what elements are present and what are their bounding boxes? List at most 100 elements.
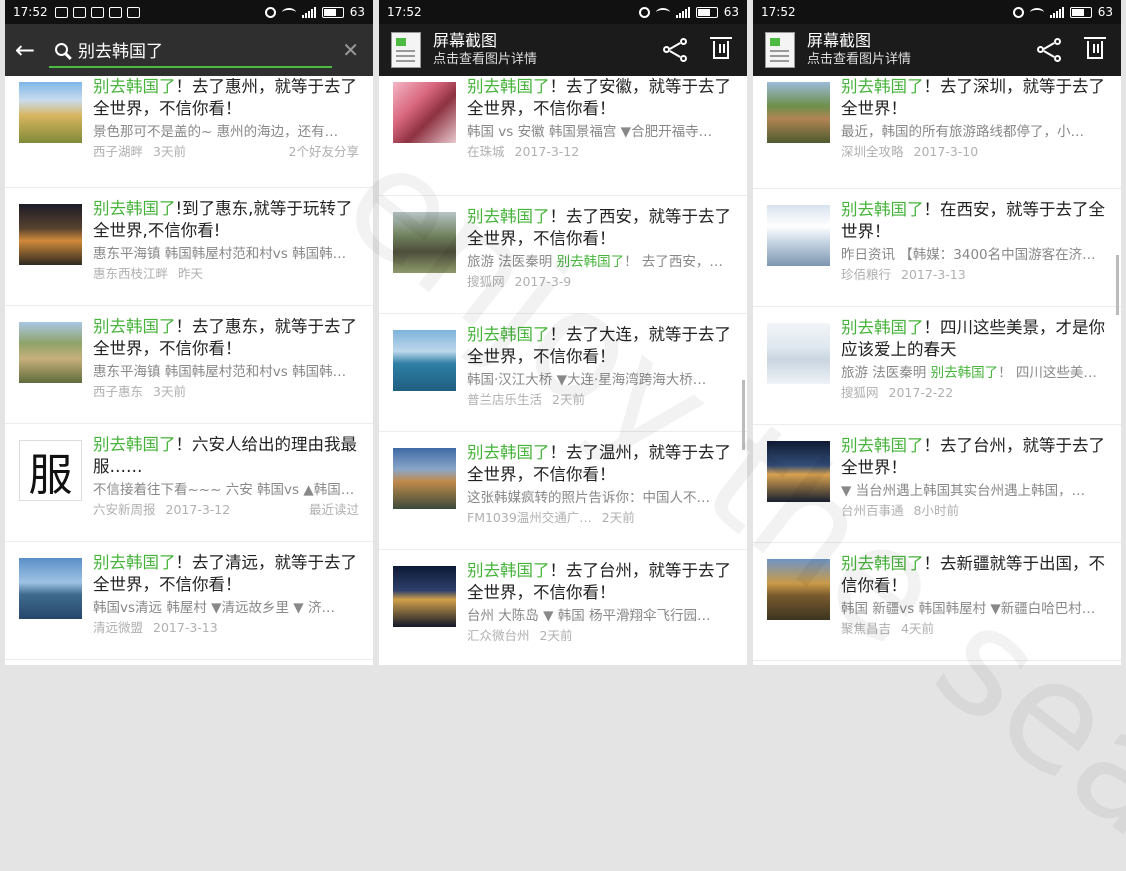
article-snippet: 韩国 新疆vs 韩国韩屋村 ▼新疆白哈巴村… xyxy=(841,600,1111,618)
search-highlight: 别去韩国了 xyxy=(841,318,924,337)
article-title[interactable]: 别去韩国了！去了大连，就等于去了全世界，不信你看！ xyxy=(467,324,737,368)
article-thumbnail xyxy=(393,330,456,391)
gallery-icon xyxy=(72,6,86,18)
article-thumbnail xyxy=(393,448,456,509)
article-title[interactable]: 别去韩国了！六安人给出的理由我最服…… xyxy=(93,434,363,478)
article-meta: 珍佰粮行 2017-3-13 xyxy=(841,267,1107,283)
status-time: 17:52 xyxy=(387,5,422,19)
article-meta: 搜狐网 2017-2-22 xyxy=(841,385,1107,401)
article-meta: 惠东西枝江畔 昨天 xyxy=(93,266,359,282)
article-date: 3天前 xyxy=(153,144,186,159)
article-date: 2017-3-13 xyxy=(153,620,218,635)
article-source: 清远微盟 xyxy=(93,620,144,635)
list-item[interactable]: 别去韩国了!到了惠东,就等于玩转了全世界,不信你看! 惠东平海镇 韩国韩屋村范和村… xyxy=(5,188,373,306)
article-title[interactable]: 别去韩国了！去新疆就等于出国，不信你看！ xyxy=(841,553,1111,597)
search-highlight: 别去韩国了 xyxy=(841,200,924,219)
snippet-text: ！ 四川这些美… xyxy=(998,365,1097,381)
article-date: 2017-3-12 xyxy=(165,502,231,517)
snippet-text: 韩国vs清远 韩屋村 ▼清远故乡里 ▼ 济… xyxy=(93,600,335,616)
article-title[interactable]: 别去韩国了！四川这些美景，才是你应该爱上的春天 xyxy=(841,317,1111,361)
snippet-text: 最近，韩国的所有旅游路线都停了，小… xyxy=(841,124,1084,140)
article-snippet: 韩国 vs 安徽 韩国景福宫 ▼合肥开福寺… xyxy=(467,123,737,141)
wifi-icon xyxy=(1029,7,1044,17)
screenshot-thumbnail[interactable] xyxy=(765,32,795,68)
article-title[interactable]: 别去韩国了！去了台州，就等于去了全世界，不信你看！ xyxy=(467,560,737,604)
list-item[interactable]: 别去韩国了！去了清远，就等于去了全世界，不信你看！ 韩国vs清远 韩屋村 ▼清远故… xyxy=(5,542,373,660)
battery-icon xyxy=(695,6,718,18)
delete-icon[interactable] xyxy=(1084,37,1106,59)
list-item[interactable]: 别去韩国了！去了台州，就等于去了全世界，不信你看！ 台州 大陈岛 ▼ 韩国 杨平滑… xyxy=(379,550,747,665)
share-icon[interactable] xyxy=(663,38,687,62)
status-bar: 17:52 63 xyxy=(379,0,747,24)
snippet-text: 昨日资讯 【韩媒：3400名中国游客在济… xyxy=(841,247,1096,263)
panel-search-results: 17:52 63 ← 别去韩国了 ✕ 别去韩国了！去了惠州，就等于去了全世界，不… xyxy=(5,0,373,665)
list-item[interactable]: 别去韩国了！去了安徽，就等于去了全世界，不信你看！ 韩国 vs 安徽 韩国景福宫 … xyxy=(379,76,747,196)
list-item[interactable]: 服别去韩国了！六安人给出的理由我最服…… 不信接着往下看~~~ 六安 韩国vs ▲… xyxy=(5,424,373,542)
article-title[interactable]: 别去韩国了！去了西安，就等于去了全世界，不信你看！ xyxy=(467,206,737,250)
list-item[interactable]: 别去韩国了！去了惠东，就等于去了全世界，不信你看！ 惠东平海镇 韩国韩屋村范和村v… xyxy=(5,306,373,424)
scrollbar[interactable] xyxy=(742,380,745,450)
scrollbar[interactable] xyxy=(1116,255,1119,315)
search-query[interactable]: 别去韩国了 xyxy=(78,37,332,62)
article-title[interactable]: 别去韩国了！去了温州，就等于去了全世界，不信你看！ xyxy=(467,442,737,486)
search-input[interactable]: 别去韩国了 xyxy=(49,32,333,68)
article-title[interactable]: 别去韩国了!到了惠东,就等于玩转了全世界,不信你看! xyxy=(93,198,363,242)
list-item[interactable]: 别去韩国了！去了深圳，就等于去了全世界！ 最近，韩国的所有旅游路线都停了，小… 深圳… xyxy=(753,76,1121,189)
screenshot-notification[interactable]: 屏幕截图 点击查看图片详情 xyxy=(753,24,1121,76)
article-snippet: 旅游 法医秦明 别去韩国了！ 四川这些美… xyxy=(841,364,1111,382)
list-item[interactable]: 别去韩国了！去了西安，就等于去了全世界，不信你看！ 旅游 法医秦明 别去韩国了！ … xyxy=(379,196,747,314)
battery-level: 63 xyxy=(349,5,365,19)
result-list: 别去韩国了！去了深圳，就等于去了全世界！ 最近，韩国的所有旅游路线都停了，小… 深圳… xyxy=(753,76,1121,661)
article-snippet: 昨日资讯 【韩媒：3400名中国游客在济… xyxy=(841,246,1111,264)
list-item[interactable]: 别去韩国了！去了台州，就等于去了全世界！ ▼ 当台州遇上韩国其实台州遇上韩国，… 台… xyxy=(753,425,1121,543)
article-snippet: 最近，韩国的所有旅游路线都停了，小… xyxy=(841,123,1111,141)
article-title[interactable]: 别去韩国了！去了深圳，就等于去了全世界！ xyxy=(841,76,1111,120)
article-title[interactable]: 别去韩国了！去了台州，就等于去了全世界！ xyxy=(841,435,1111,479)
list-item[interactable]: 别去韩国了！去新疆就等于出国，不信你看！ 韩国 新疆vs 韩国韩屋村 ▼新疆白哈巴… xyxy=(753,543,1121,661)
search-highlight: 别去韩国了 xyxy=(467,77,550,96)
article-meta: 在珠城 2017-3-12 xyxy=(467,144,733,160)
article-thumbnail xyxy=(767,441,830,502)
search-highlight: 别去韩国了 xyxy=(93,435,176,454)
status-bar: 17:52 63 xyxy=(753,0,1121,24)
article-thumbnail xyxy=(19,322,82,383)
search-icon xyxy=(55,42,68,56)
article-source: 普兰店乐生活 xyxy=(467,392,543,407)
article-title[interactable]: 别去韩国了！去了清远，就等于去了全世界，不信你看！ xyxy=(93,552,363,596)
search-highlight: 别去韩国了 xyxy=(467,325,550,344)
article-thumbnail xyxy=(767,82,830,143)
search-highlight: 别去韩国了 xyxy=(841,77,924,96)
snippet-text: ▼ 当台州遇上韩国其实台州遇上韩国，… xyxy=(841,483,1086,499)
alarm-icon xyxy=(638,6,650,18)
share-icon[interactable] xyxy=(1037,38,1061,62)
delete-icon[interactable] xyxy=(710,37,732,59)
article-title[interactable]: 别去韩国了！去了惠东，就等于去了全世界，不信你看！ xyxy=(93,316,363,360)
article-meta: 深圳全攻略 2017-3-10 xyxy=(841,144,1107,160)
notification-subtitle: 点击查看图片详情 xyxy=(433,52,538,67)
screenshot-thumbnail[interactable] xyxy=(391,32,421,68)
list-item[interactable]: 别去韩国了！去了大连，就等于去了全世界，不信你看！ 韩国·汉江大桥 ▼大连·星海湾… xyxy=(379,314,747,432)
article-thumbnail xyxy=(767,559,830,620)
list-item[interactable]: 别去韩国了！在西安，就等于去了全世界！ 昨日资讯 【韩媒：3400名中国游客在济…… xyxy=(753,189,1121,307)
article-snippet: 惠东平海镇 韩国韩屋村范和村vs 韩国韩… xyxy=(93,245,363,263)
list-item[interactable]: 别去韩国了！去了惠州，就等于去了全世界，不信你看！ 景色那可不是盖的~ 惠州的海边… xyxy=(5,76,373,188)
article-status: 2个好友分享 xyxy=(288,144,359,159)
article-source: 汇众微台州 xyxy=(467,628,530,643)
clear-icon[interactable]: ✕ xyxy=(338,38,363,62)
list-item[interactable]: 别去韩国了！四川这些美景，才是你应该爱上的春天旅游 法医秦明 别去韩国了！ 四川… xyxy=(753,307,1121,425)
screenshot-notification[interactable]: 屏幕截图 点击查看图片详情 xyxy=(379,24,747,76)
article-title[interactable]: 别去韩国了！去了安徽，就等于去了全世界，不信你看！ xyxy=(467,76,737,120)
article-date: 2017-2-22 xyxy=(888,385,954,400)
list-item[interactable]: 别去韩国了！去了温州，就等于去了全世界，不信你看！ 这张韩媒疯转的照片告诉你：中国… xyxy=(379,432,747,550)
article-snippet: 惠东平海镇 韩国韩屋村范和村vs 韩国韩… xyxy=(93,363,363,381)
article-source: 聚焦昌吉 xyxy=(841,621,892,636)
article-source: 深圳全攻略 xyxy=(841,144,904,159)
article-status: 最近读过 xyxy=(308,502,359,517)
article-title[interactable]: 别去韩国了！去了惠州，就等于去了全世界，不信你看！ xyxy=(93,76,363,120)
back-arrow-icon[interactable]: ← xyxy=(15,36,49,64)
article-title[interactable]: 别去韩国了！在西安，就等于去了全世界！ xyxy=(841,199,1111,243)
article-date: 8小时前 xyxy=(913,503,959,518)
article-thumbnail xyxy=(393,82,456,143)
article-source: 搜狐网 xyxy=(841,385,879,400)
notification-title: 屏幕截图 xyxy=(433,31,498,50)
